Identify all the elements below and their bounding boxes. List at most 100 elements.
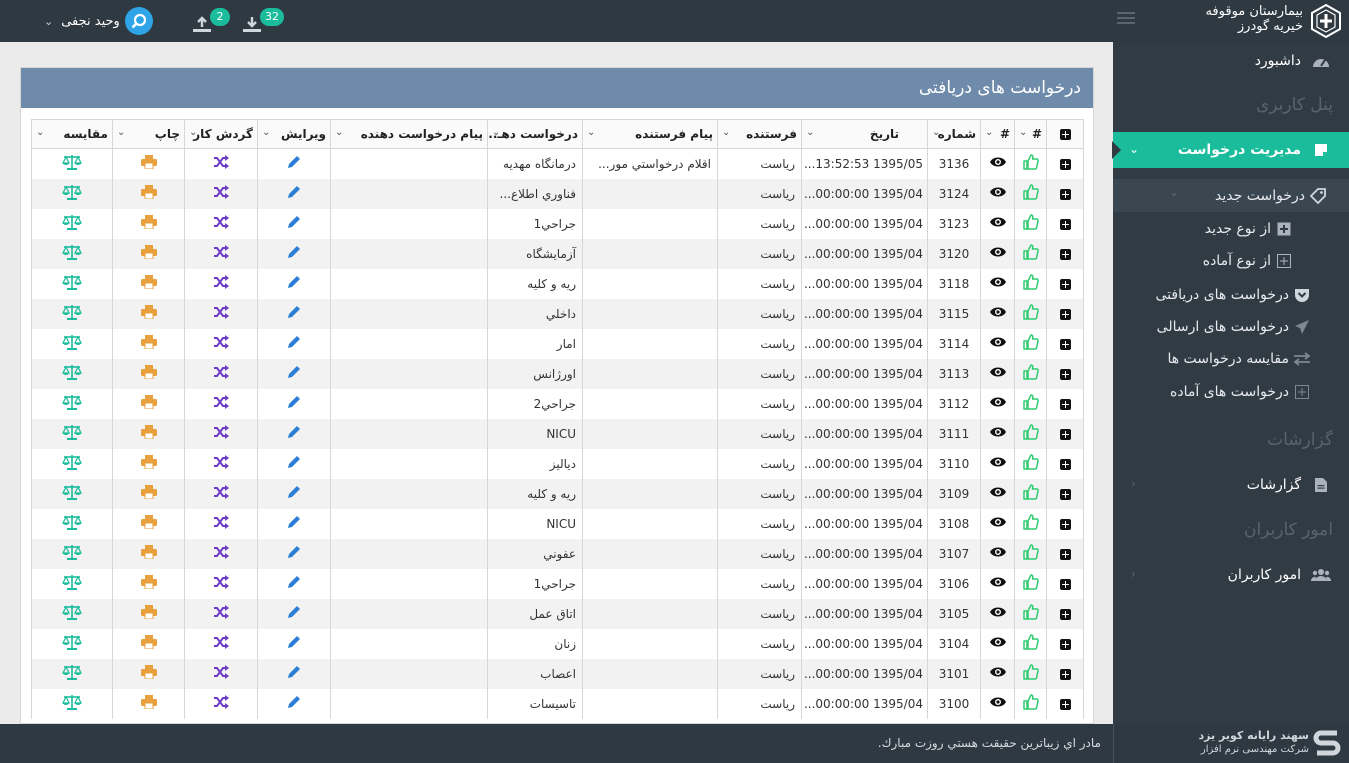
table-row[interactable]: 3108 1395/04 00:00:00... رياست NICU bbox=[31, 508, 1084, 539]
compare-button[interactable] bbox=[31, 418, 113, 449]
workflow-button[interactable] bbox=[184, 178, 258, 209]
expand-row-button[interactable] bbox=[1046, 358, 1084, 389]
sidebar-subitem-compare-requests[interactable]: مقایسه درخواست ها bbox=[1113, 344, 1349, 374]
view-button[interactable] bbox=[980, 178, 1015, 209]
edit-button[interactable] bbox=[257, 688, 331, 719]
compare-button[interactable] bbox=[31, 598, 113, 629]
sidebar-item-request-management[interactable]: مدیریت درخواست ⌄ bbox=[1112, 132, 1349, 168]
table-row[interactable]: 3123 1395/04 00:00:00... رياست جراحي1 bbox=[31, 208, 1084, 239]
view-button[interactable] bbox=[980, 328, 1015, 359]
workflow-button[interactable] bbox=[184, 238, 258, 269]
table-row[interactable]: 3114 1395/04 00:00:00... رياست امار bbox=[31, 328, 1084, 359]
edit-button[interactable] bbox=[257, 178, 331, 209]
view-button[interactable] bbox=[980, 688, 1015, 719]
compare-button[interactable] bbox=[31, 238, 113, 269]
edit-button[interactable] bbox=[257, 268, 331, 299]
compare-button[interactable] bbox=[31, 208, 113, 239]
approve-button[interactable] bbox=[1014, 358, 1047, 389]
table-row[interactable]: 3100 1395/04 00:00:00... رياست تاسيسات bbox=[31, 688, 1084, 719]
compare-button[interactable] bbox=[31, 388, 113, 419]
view-button[interactable] bbox=[980, 478, 1015, 509]
view-button[interactable] bbox=[980, 268, 1015, 299]
edit-button[interactable] bbox=[257, 448, 331, 479]
expand-all-header[interactable] bbox=[1046, 119, 1084, 149]
view-button[interactable] bbox=[980, 508, 1015, 539]
expand-row-button[interactable] bbox=[1046, 418, 1084, 449]
column-header-number[interactable]: شماره ⌄ bbox=[927, 119, 981, 149]
workflow-button[interactable] bbox=[184, 538, 258, 569]
edit-button[interactable] bbox=[257, 628, 331, 659]
workflow-button[interactable] bbox=[184, 508, 258, 539]
edit-button[interactable] bbox=[257, 478, 331, 509]
approve-button[interactable] bbox=[1014, 448, 1047, 479]
table-row[interactable]: 3120 1395/04 00:00:00... رياست آزمايشگاه bbox=[31, 238, 1084, 269]
workflow-button[interactable] bbox=[184, 628, 258, 659]
expand-row-button[interactable] bbox=[1046, 508, 1084, 539]
sidebar-item-users[interactable]: امور کاربران ‹ bbox=[1113, 558, 1349, 592]
menu-toggle-icon[interactable] bbox=[1117, 12, 1135, 28]
expand-row-button[interactable] bbox=[1046, 388, 1084, 419]
edit-button[interactable] bbox=[257, 418, 331, 449]
column-header-view[interactable]: # ⌄ bbox=[980, 119, 1015, 149]
print-button[interactable] bbox=[112, 508, 185, 539]
table-row[interactable]: 3107 1395/04 00:00:00... رياست عفوني bbox=[31, 538, 1084, 569]
view-button[interactable] bbox=[980, 568, 1015, 599]
approve-button[interactable] bbox=[1014, 388, 1047, 419]
view-button[interactable] bbox=[980, 418, 1015, 449]
approve-button[interactable] bbox=[1014, 418, 1047, 449]
expand-row-button[interactable] bbox=[1046, 298, 1084, 329]
print-button[interactable] bbox=[112, 388, 185, 419]
search-button[interactable] bbox=[124, 7, 153, 35]
view-button[interactable] bbox=[980, 538, 1015, 569]
compare-button[interactable] bbox=[31, 658, 113, 689]
sidebar-subitem-sent-requests[interactable]: درخواست های ارسالی bbox=[1113, 312, 1349, 342]
approve-button[interactable] bbox=[1014, 238, 1047, 269]
compare-button[interactable] bbox=[31, 448, 113, 479]
edit-button[interactable] bbox=[257, 148, 331, 179]
expand-row-button[interactable] bbox=[1046, 538, 1084, 569]
expand-row-button[interactable] bbox=[1046, 268, 1084, 299]
compare-button[interactable] bbox=[31, 688, 113, 719]
edit-button[interactable] bbox=[257, 298, 331, 329]
sidebar-subitem-from-ready-type[interactable]: از نوع آماده bbox=[1113, 246, 1349, 276]
compare-button[interactable] bbox=[31, 538, 113, 569]
sidebar-subitem-new-request[interactable]: درخواست جدید ⌄ bbox=[1113, 179, 1349, 212]
view-button[interactable] bbox=[980, 658, 1015, 689]
approve-button[interactable] bbox=[1014, 148, 1047, 179]
compare-button[interactable] bbox=[31, 328, 113, 359]
approve-button[interactable] bbox=[1014, 658, 1047, 689]
compare-button[interactable] bbox=[31, 478, 113, 509]
sidebar-subitem-from-new-type[interactable]: از نوع جدید bbox=[1113, 214, 1349, 244]
print-button[interactable] bbox=[112, 598, 185, 629]
approve-button[interactable] bbox=[1014, 628, 1047, 659]
expand-row-button[interactable] bbox=[1046, 568, 1084, 599]
workflow-button[interactable] bbox=[184, 598, 258, 629]
workflow-button[interactable] bbox=[184, 358, 258, 389]
approve-button[interactable] bbox=[1014, 268, 1047, 299]
column-header-compare[interactable]: مقایسه ⌄ bbox=[31, 119, 113, 149]
print-button[interactable] bbox=[112, 268, 185, 299]
compare-button[interactable] bbox=[31, 268, 113, 299]
download-stat[interactable]: 32 bbox=[242, 6, 288, 36]
workflow-button[interactable] bbox=[184, 418, 258, 449]
edit-button[interactable] bbox=[257, 568, 331, 599]
sidebar-item-dashboard[interactable]: داشبورد bbox=[1113, 44, 1349, 78]
expand-row-button[interactable] bbox=[1046, 328, 1084, 359]
workflow-button[interactable] bbox=[184, 268, 258, 299]
expand-row-button[interactable] bbox=[1046, 658, 1084, 689]
print-button[interactable] bbox=[112, 358, 185, 389]
approve-button[interactable] bbox=[1014, 568, 1047, 599]
approve-button[interactable] bbox=[1014, 538, 1047, 569]
print-button[interactable] bbox=[112, 208, 185, 239]
print-button[interactable] bbox=[112, 538, 185, 569]
compare-button[interactable] bbox=[31, 568, 113, 599]
table-row[interactable]: 3111 1395/04 00:00:00... رياست NICU bbox=[31, 418, 1084, 449]
expand-row-button[interactable] bbox=[1046, 448, 1084, 479]
table-row[interactable]: 3112 1395/04 00:00:00... رياست جراحي2 bbox=[31, 388, 1084, 419]
print-button[interactable] bbox=[112, 448, 185, 479]
user-menu[interactable]: ⌄ وحید نجفی bbox=[44, 6, 153, 36]
column-header-date[interactable]: تاریخ ⌄ bbox=[801, 119, 928, 149]
view-button[interactable] bbox=[980, 598, 1015, 629]
view-button[interactable] bbox=[980, 238, 1015, 269]
column-header-sender[interactable]: فرستنده ⌄ bbox=[717, 119, 802, 149]
